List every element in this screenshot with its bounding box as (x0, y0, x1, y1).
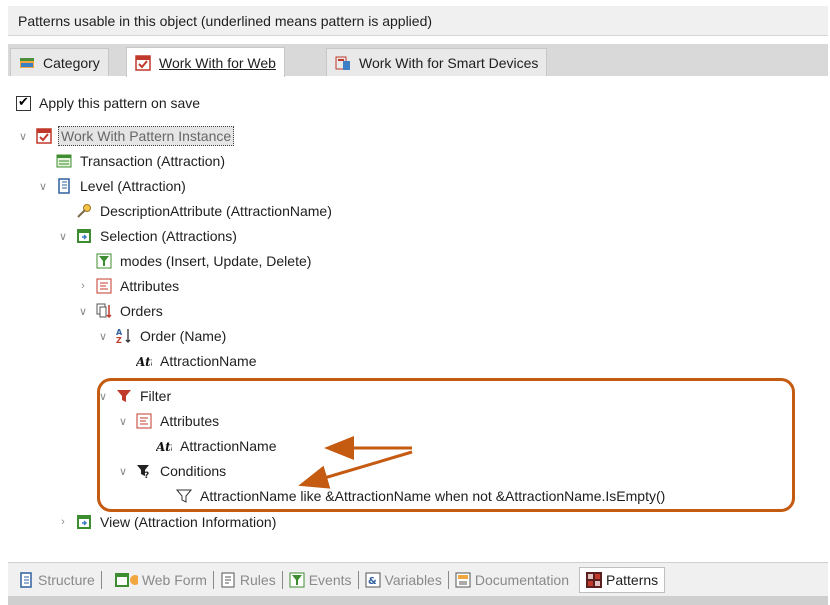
chevron-down-icon[interactable]: ∨ (96, 330, 110, 343)
svg-text:&: & (368, 576, 377, 587)
apply-pattern-label: Apply this pattern on save (39, 95, 201, 111)
tab-structure[interactable]: Structure (14, 567, 99, 593)
svg-text:Z: Z (116, 336, 122, 344)
tree-node-order-attraction-name[interactable]: › Att AttractionName (116, 349, 258, 373)
chevron-down-icon[interactable]: ∨ (36, 180, 50, 193)
view-icon (77, 515, 91, 529)
tree-node-filter-attributes[interactable]: ∨ Attributes (116, 409, 221, 433)
condition-funnel-icon (176, 489, 192, 503)
tree-node-filter[interactable]: ∨ Filter (96, 384, 173, 408)
tree-node-view[interactable]: › View (Attraction Information) (56, 510, 278, 534)
tab-documentation[interactable]: Documentation (451, 567, 573, 593)
annotation-arrow-condition (298, 450, 413, 489)
tree-node-modes[interactable]: › modes (Insert, Update, Delete) (76, 249, 313, 273)
tree-node-attributes[interactable]: › Attributes (76, 274, 181, 298)
smart-devices-icon (335, 56, 350, 70)
svg-text:Att: Att (156, 440, 172, 454)
orders-icon (96, 303, 112, 319)
apply-pattern-checkbox[interactable] (16, 94, 31, 111)
editor-bottom-tabbar: Structure Web Form Rules Events & Variab… (8, 562, 828, 596)
pattern-instance-icon (36, 128, 52, 144)
tree-node-description-attribute[interactable]: › DescriptionAttribute (AttractionName) (56, 199, 334, 223)
work-with-web-icon (135, 54, 151, 71)
transaction-icon (56, 154, 72, 168)
key-icon (77, 204, 91, 218)
sort-az-icon: A Z (116, 328, 131, 344)
tab-events[interactable]: Events (285, 567, 356, 593)
tab-work-with-for-smart-devices[interactable]: Work With for Smart Devices (326, 48, 548, 76)
chevron-down-icon[interactable]: ∨ (76, 305, 90, 318)
chevron-down-icon[interactable]: ∨ (96, 390, 110, 403)
tab-patterns[interactable]: Patterns (579, 566, 666, 593)
attributes-icon (96, 278, 112, 294)
variables-icon: & (365, 572, 381, 587)
chevron-right-icon[interactable]: › (56, 516, 70, 528)
chevron-down-icon[interactable]: ∨ (116, 415, 130, 428)
tree-node-transaction[interactable]: › Transaction (Attraction) (36, 149, 227, 173)
tree-node-condition[interactable]: › AttractionName like &AttractionName wh… (156, 484, 667, 508)
apply-pattern-checkbox-row[interactable]: Apply this pattern on save (16, 94, 201, 111)
tree-node-orders[interactable]: ∨ Orders (76, 299, 165, 323)
attributes-icon (136, 413, 152, 429)
tab-category[interactable]: Category (10, 48, 109, 76)
tree-node-order-name[interactable]: ∨ A Z Order (Name) (96, 324, 228, 348)
conditions-icon: ? (137, 465, 149, 479)
events-icon (289, 572, 305, 587)
attribute-icon: Att (136, 355, 152, 369)
chevron-right-icon[interactable]: › (76, 280, 90, 292)
chevron-down-icon[interactable]: ∨ (56, 230, 70, 243)
patterns-icon (586, 571, 603, 588)
chevron-down-icon[interactable]: ∨ (16, 130, 30, 143)
pattern-tabstrip: Category Work With for Web Work With for… (8, 44, 828, 77)
modes-icon (96, 253, 112, 269)
tree-node-work-with-pattern-instance[interactable]: ∨ Work With Pattern Instance (16, 124, 235, 148)
web-form-icon (114, 572, 138, 587)
tree-node-conditions[interactable]: ∨ ? Conditions (116, 459, 228, 483)
category-icon (20, 57, 34, 68)
tab-work-with-for-web[interactable]: Work With for Web (126, 47, 285, 77)
tree-node-filter-attraction-name[interactable]: › Att AttractionName (136, 434, 278, 458)
tree-node-level[interactable]: ∨ Level (Attraction) (36, 174, 188, 198)
chevron-down-icon[interactable]: ∨ (116, 465, 130, 478)
structure-icon (20, 571, 32, 588)
documentation-icon (455, 572, 471, 587)
svg-text:Att: Att (136, 355, 152, 369)
tab-variables[interactable]: & Variables (361, 567, 446, 593)
rules-icon (221, 572, 235, 587)
tab-web-form[interactable]: Web Form (104, 567, 211, 593)
selection-icon (77, 229, 91, 243)
patterns-header: Patterns usable in this object (underlin… (8, 6, 828, 36)
patterns-header-title: Patterns usable in this object (underlin… (18, 13, 433, 29)
tab-rules[interactable]: Rules (216, 567, 280, 593)
svg-text:?: ? (144, 471, 149, 479)
filter-icon (117, 390, 131, 402)
level-icon (58, 178, 70, 194)
tree-node-selection[interactable]: ∨ Selection (Attractions) (56, 224, 239, 248)
attribute-icon: Att (156, 440, 172, 454)
